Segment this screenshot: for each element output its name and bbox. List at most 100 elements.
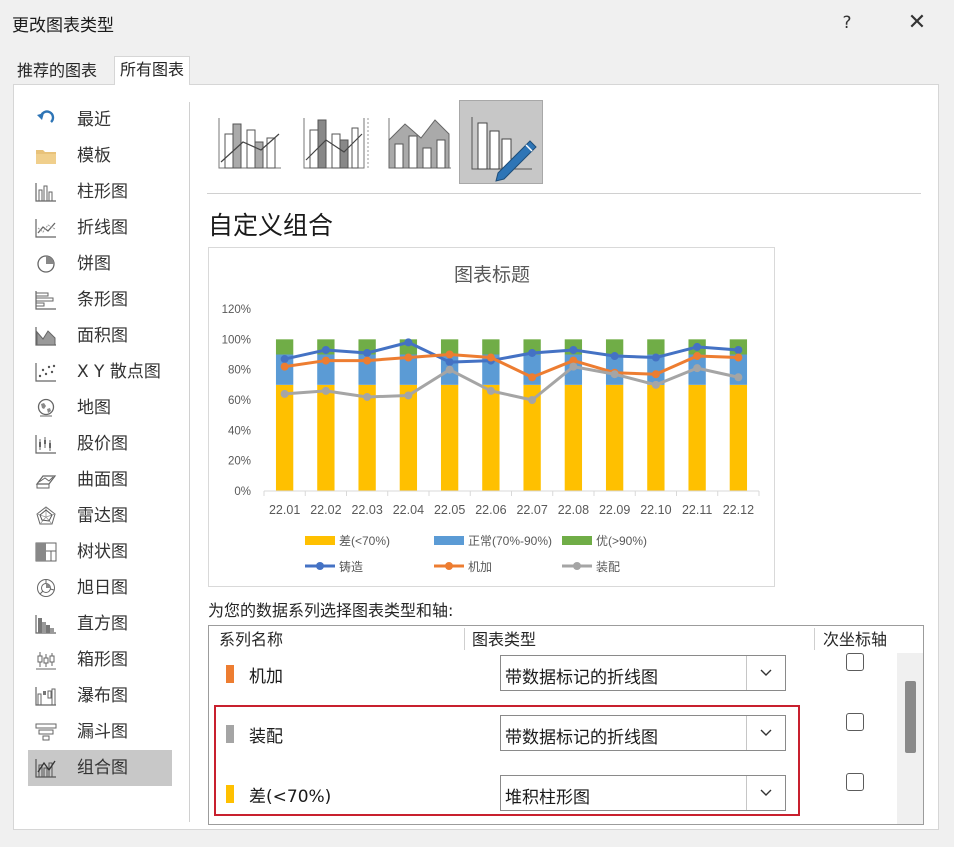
nav-label: 箱形图: [77, 650, 128, 670]
nav-label: 雷达图: [77, 506, 128, 526]
clustered-column-line-secondary-icon[interactable]: [292, 100, 376, 184]
gallery-divider: [207, 193, 921, 194]
nav-item-pie[interactable]: 饼图: [28, 246, 172, 282]
chart-type-select[interactable]: 堆积柱形图: [500, 775, 786, 811]
nav-item-column[interactable]: 柱形图: [28, 174, 172, 210]
dropdown-button[interactable]: [746, 716, 785, 750]
series-name: 差(<70%): [249, 787, 332, 807]
clustered-column-line-icon[interactable]: [207, 100, 291, 184]
data-point: [404, 353, 413, 362]
nav-item-bar[interactable]: 条形图: [28, 282, 172, 318]
data-point: [734, 353, 743, 362]
data-point: [651, 353, 660, 362]
data-point: [569, 345, 578, 354]
nav-label: 饼图: [77, 254, 111, 274]
stacked-area-column-icon[interactable]: [377, 100, 461, 184]
legend-label: 铸造: [339, 559, 363, 574]
column-chart-icon: [35, 182, 57, 202]
nav-item-histogram[interactable]: 直方图: [28, 606, 172, 642]
scrollbar-thumb[interactable]: [905, 681, 916, 753]
nav-item-map[interactable]: 地图: [28, 390, 172, 426]
help-button[interactable]: ?: [832, 8, 862, 38]
y-tick-label: 20%: [228, 456, 251, 468]
y-tick-label: 80%: [228, 365, 251, 377]
chart-type-value: 带数据标记的折线图: [505, 728, 658, 748]
series-table-scrollbar[interactable]: [897, 653, 923, 824]
bar-chart-icon: [35, 290, 57, 310]
data-point: [693, 364, 702, 373]
nav-label: 曲面图: [77, 470, 128, 490]
nav-item-combo[interactable]: 组合图: [28, 750, 172, 786]
tab-recommended-charts[interactable]: 推荐的图表: [12, 58, 102, 84]
nav-item-box-whisker[interactable]: 箱形图: [28, 642, 172, 678]
surface-chart-icon: [35, 470, 57, 490]
data-point: [321, 356, 330, 365]
data-point: [404, 338, 413, 347]
series-row-jijia: 机加 带数据标记的折线图: [209, 643, 899, 701]
change-chart-type-dialog: 更改图表类型 ? ✕ 推荐的图表 所有图表 最近 模板 柱形图 折线图 饼图 条: [0, 0, 954, 847]
y-tick-label: 40%: [228, 425, 251, 437]
folder-icon: [35, 146, 57, 166]
bar-segment: [275, 339, 294, 355]
chart-type-value: 带数据标记的折线图: [505, 668, 658, 688]
series-color-swatch: [226, 785, 234, 803]
nav-item-area[interactable]: 面积图: [28, 318, 172, 354]
data-point: [321, 386, 330, 395]
data-point: [734, 345, 743, 354]
bar-segment: [482, 384, 500, 491]
chevron-down-icon: [760, 789, 772, 796]
custom-combo-icon[interactable]: [459, 100, 543, 184]
dropdown-button[interactable]: [746, 656, 785, 690]
nav-item-recent[interactable]: 最近: [28, 102, 172, 138]
histogram-chart-icon: [35, 614, 57, 634]
nav-item-radar[interactable]: 雷达图: [28, 498, 172, 534]
bar-segment: [440, 384, 459, 491]
data-point: [693, 352, 702, 361]
secondary-axis-checkbox[interactable]: [846, 653, 864, 671]
legend-marker: [573, 562, 581, 570]
bar-segment: [647, 339, 665, 355]
chart-type-select[interactable]: 带数据标记的折线图: [500, 715, 786, 751]
secondary-axis-checkbox[interactable]: [846, 713, 864, 731]
nav-item-stock[interactable]: 股价图: [28, 426, 172, 462]
nav-item-treemap[interactable]: 树状图: [28, 534, 172, 570]
nav-item-templates[interactable]: 模板: [28, 138, 172, 174]
chart-type-value: 堆积柱形图: [505, 788, 590, 808]
dropdown-button[interactable]: [746, 776, 785, 810]
data-point: [404, 391, 413, 400]
series-table: 系列名称 图表类型 次坐标轴 机加 带数据标记的折线图 装配 带数据标记的折线图: [208, 625, 924, 825]
nav-item-funnel[interactable]: 漏斗图: [28, 714, 172, 750]
nav-label: 折线图: [77, 218, 128, 238]
nav-label: 树状图: [77, 542, 128, 562]
close-button[interactable]: ✕: [900, 8, 934, 38]
bar-segment: [647, 384, 665, 491]
tab-all-charts[interactable]: 所有图表: [114, 56, 191, 85]
nav-item-scatter[interactable]: X Y 散点图: [28, 354, 172, 390]
chart-category-list: 最近 模板 柱形图 折线图 饼图 条形图 面积图 X Y 散点图 地图 股价图 …: [28, 102, 172, 786]
secondary-axis-checkbox[interactable]: [846, 773, 864, 791]
data-point: [734, 373, 743, 382]
data-point: [280, 389, 289, 398]
nav-item-surface[interactable]: 曲面图: [28, 462, 172, 498]
nav-label: 柱形图: [77, 182, 128, 202]
chart-type-select[interactable]: 带数据标记的折线图: [500, 655, 786, 691]
data-point: [486, 386, 495, 395]
x-tick-label: 22.07: [516, 503, 547, 517]
data-point: [445, 350, 454, 359]
y-tick-label: 60%: [228, 395, 251, 407]
data-point: [528, 348, 537, 357]
area-chart-icon: [35, 326, 57, 346]
chevron-down-icon: [760, 669, 772, 676]
series-name: 机加: [249, 667, 283, 687]
sunburst-chart-icon: [35, 578, 57, 598]
bar-segment: [688, 384, 706, 491]
legend-label: 机加: [468, 560, 492, 574]
nav-item-sunburst[interactable]: 旭日图: [28, 570, 172, 606]
nav-label: X Y 散点图: [77, 362, 161, 382]
nav-item-waterfall[interactable]: 瀑布图: [28, 678, 172, 714]
treemap-chart-icon: [35, 542, 57, 562]
x-tick-label: 22.11: [682, 503, 712, 517]
data-point: [486, 353, 495, 362]
y-tick-label: 0%: [234, 486, 251, 498]
nav-item-line[interactable]: 折线图: [28, 210, 172, 246]
